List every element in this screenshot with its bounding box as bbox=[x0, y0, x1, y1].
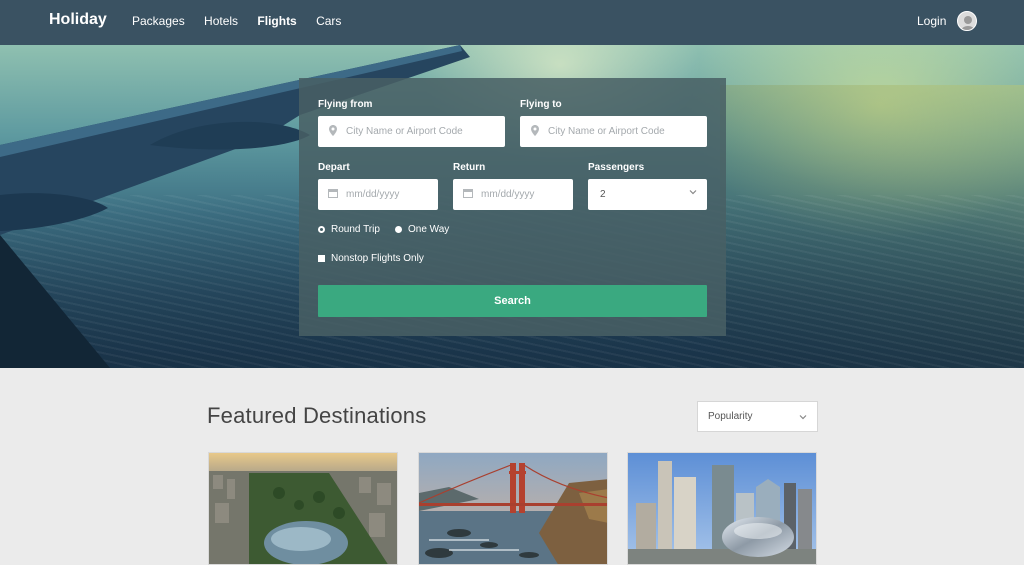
flying-to-placeholder: City Name or Airport Code bbox=[548, 126, 665, 137]
golden-gate-bridge-image bbox=[419, 453, 607, 564]
passengers-label: Passengers bbox=[588, 162, 645, 173]
chevron-down-icon bbox=[689, 190, 697, 195]
flying-from-input[interactable]: City Name or Airport Code bbox=[318, 116, 505, 147]
destination-card-central-park[interactable] bbox=[208, 452, 398, 565]
depart-date-input[interactable]: mm/dd/yyyy bbox=[318, 179, 438, 210]
one-way-radio[interactable]: One Way bbox=[395, 224, 449, 235]
brand-logo[interactable]: Holiday bbox=[49, 11, 107, 29]
one-way-label: One Way bbox=[408, 224, 450, 235]
radio-circle-round-trip bbox=[318, 226, 325, 233]
nav-link-hotels[interactable]: Hotels bbox=[204, 14, 238, 28]
passengers-value: 2 bbox=[600, 189, 606, 200]
search-button[interactable]: Search bbox=[318, 285, 707, 317]
nav-link-flights[interactable]: Flights bbox=[257, 14, 296, 28]
passengers-select[interactable]: 2 bbox=[588, 179, 707, 210]
depart-label: Depart bbox=[318, 162, 350, 173]
featured-destinations-title: Featured Destinations bbox=[207, 403, 427, 428]
checkbox-box bbox=[318, 255, 325, 262]
flying-from-label: Flying from bbox=[318, 99, 373, 110]
nav-link-packages[interactable]: Packages bbox=[132, 14, 185, 28]
sort-value: Popularity bbox=[708, 411, 753, 422]
nonstop-checkbox[interactable]: Nonstop Flights Only bbox=[318, 253, 424, 264]
top-navbar: Holiday Packages Hotels Flights Cars Log… bbox=[0, 0, 1024, 45]
hero-banner: Flying from City Name or Airport Code Fl… bbox=[0, 45, 1024, 368]
chicago-cloud-gate-image bbox=[628, 453, 816, 564]
return-label: Return bbox=[453, 162, 486, 173]
chevron-down-icon bbox=[799, 415, 807, 420]
nonstop-label: Nonstop Flights Only bbox=[331, 253, 424, 264]
map-pin-icon bbox=[530, 124, 540, 139]
map-pin-icon bbox=[328, 124, 338, 139]
sort-select[interactable]: Popularity bbox=[697, 401, 818, 432]
radio-circle-one-way bbox=[395, 226, 402, 233]
calendar-icon bbox=[328, 188, 338, 201]
nav-link-cars[interactable]: Cars bbox=[316, 14, 341, 28]
login-link[interactable]: Login bbox=[917, 14, 946, 28]
return-date-input[interactable]: mm/dd/yyyy bbox=[453, 179, 573, 210]
main-nav: Packages Hotels Flights Cars bbox=[132, 14, 357, 28]
flying-to-label: Flying to bbox=[520, 99, 562, 110]
flying-from-placeholder: City Name or Airport Code bbox=[346, 126, 463, 137]
user-avatar-icon[interactable] bbox=[957, 11, 977, 31]
calendar-icon bbox=[463, 188, 473, 201]
flight-search-form: Flying from City Name or Airport Code Fl… bbox=[299, 78, 726, 336]
flying-to-input[interactable]: City Name or Airport Code bbox=[520, 116, 707, 147]
destination-card-chicago[interactable] bbox=[627, 452, 817, 565]
return-placeholder: mm/dd/yyyy bbox=[481, 189, 535, 200]
central-park-aerial-image bbox=[209, 453, 397, 564]
destination-card-golden-gate[interactable] bbox=[418, 452, 608, 565]
round-trip-radio[interactable]: Round Trip bbox=[318, 224, 380, 235]
depart-placeholder: mm/dd/yyyy bbox=[346, 189, 400, 200]
round-trip-label: Round Trip bbox=[331, 224, 380, 235]
